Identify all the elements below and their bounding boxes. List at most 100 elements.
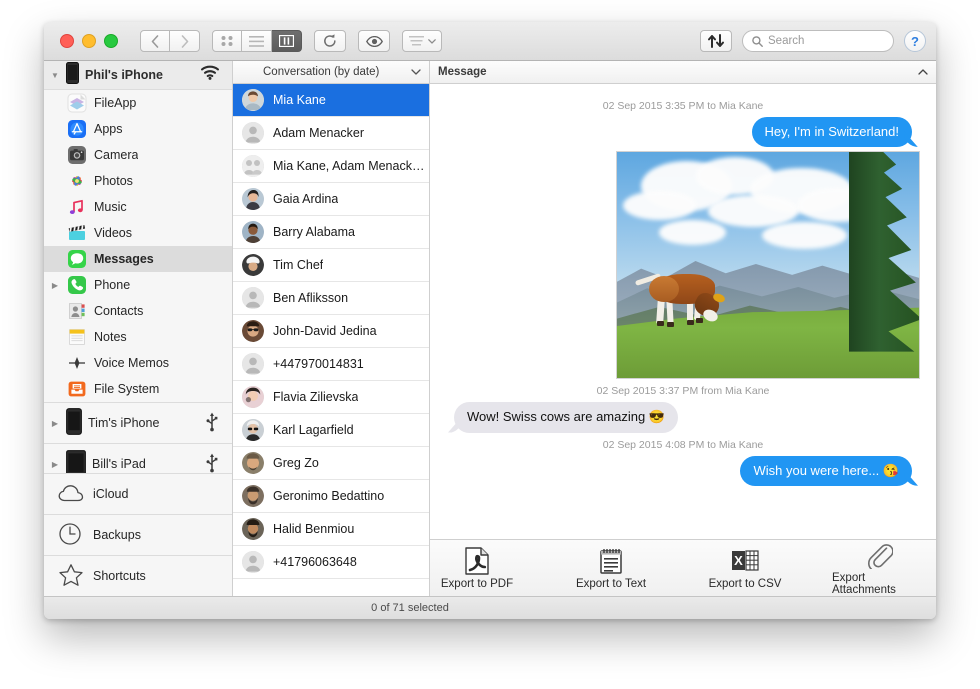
sidebar-item-file-system[interactable]: File System — [44, 376, 232, 402]
sidebar-device-tims-iphone[interactable]: Tim's iPhone — [44, 402, 232, 443]
message-column: Message 02 Sep 2015 3:35 PM to Mia Kane … — [430, 61, 936, 596]
sidebar-item-fileapp[interactable]: FileApp — [44, 90, 232, 116]
view-mode-buttons — [212, 30, 302, 52]
sidebar-item-backups[interactable]: Backups — [44, 514, 232, 555]
forward-button[interactable] — [170, 30, 200, 52]
close-button[interactable] — [60, 34, 74, 48]
conversation-column: Conversation (by date) Mia Kane — [233, 61, 430, 596]
message-bubble-outgoing[interactable]: Hey, I'm in Switzerland! — [752, 117, 912, 147]
search-input[interactable]: Search — [742, 30, 894, 52]
sidebar-device-bills-ipad[interactable]: Bill's iPad — [44, 443, 232, 473]
preview-eye-button[interactable] — [358, 30, 390, 52]
conversation-row-halid-benmiou[interactable]: Halid Benmiou — [233, 513, 429, 546]
export-attachments-button[interactable]: Export Attachments — [832, 540, 926, 596]
icon-view-button[interactable] — [212, 30, 242, 52]
back-button[interactable] — [140, 30, 170, 52]
sidebar-bottom-label: iCloud — [93, 487, 128, 501]
conversation-row-phone-447970014831[interactable]: +447970014831 — [233, 348, 429, 381]
conversation-row-mia-kane[interactable]: Mia Kane — [233, 84, 429, 117]
message-column-header[interactable]: Message — [430, 61, 936, 84]
message-timestamp: 02 Sep 2015 4:08 PM to Mia Kane — [446, 439, 920, 451]
avatar — [242, 89, 264, 111]
avatar — [242, 452, 264, 474]
camera-icon — [67, 145, 87, 165]
csv-icon: X — [731, 546, 759, 576]
sidebar-item-phone[interactable]: Phone — [44, 272, 232, 298]
export-to-text-button[interactable]: Export to Text — [564, 546, 658, 590]
disclosure-triangle-icon[interactable] — [50, 71, 60, 80]
sidebar-item-videos[interactable]: Videos — [44, 220, 232, 246]
conversation-row-barry-alabama[interactable]: Barry Alabama — [233, 216, 429, 249]
conversation-name: Adam Menacker — [273, 126, 364, 140]
transfer-button[interactable] — [700, 30, 732, 52]
arrange-dropdown-button[interactable] — [402, 30, 442, 52]
sidebar-item-music[interactable]: Music — [44, 194, 232, 220]
avatar — [242, 188, 264, 210]
conversation-column-header[interactable]: Conversation (by date) — [233, 61, 429, 84]
conversation-row-john-david-jedina[interactable]: John-David Jedina — [233, 315, 429, 348]
column-view-button[interactable] — [272, 30, 302, 52]
avatar — [242, 518, 264, 540]
list-view-button[interactable] — [242, 30, 272, 52]
conversation-row-ben-afliksson[interactable]: Ben Afliksson — [233, 282, 429, 315]
message-bubble-outgoing[interactable]: Wish you were here... 😘 — [740, 456, 912, 486]
sidebar-item-voice-memos[interactable]: Voice Memos — [44, 350, 232, 376]
cow-hoof — [667, 322, 674, 327]
export-to-csv-button[interactable]: X Export to CSV — [698, 546, 792, 590]
sidebar-item-camera[interactable]: Camera — [44, 142, 232, 168]
sidebar-device-header[interactable]: Phil's iPhone — [44, 61, 232, 90]
disclosure-triangle-icon[interactable] — [50, 460, 60, 469]
avatar — [242, 485, 264, 507]
sidebar-bottom-label: Backups — [93, 528, 141, 542]
sidebar-item-icloud[interactable]: iCloud — [44, 473, 232, 514]
conversation-row-greg-zo[interactable]: Greg Zo — [233, 447, 429, 480]
conversation-row-phone-41796063648[interactable]: +41796063648 — [233, 546, 429, 579]
export-button-label: Export to CSV — [709, 578, 782, 590]
cow-hoof — [687, 320, 694, 325]
chevron-down-icon[interactable] — [411, 67, 421, 77]
sidebar-item-photos[interactable]: Photos — [44, 168, 232, 194]
photo-attachment[interactable] — [616, 151, 920, 379]
usb-icon — [206, 453, 218, 474]
minimize-button[interactable] — [82, 34, 96, 48]
chevron-up-icon[interactable] — [918, 67, 928, 77]
sidebar-item-shortcuts[interactable]: Shortcuts — [44, 555, 232, 596]
sidebar-item-notes[interactable]: Notes — [44, 324, 232, 350]
disclosure-triangle-icon[interactable] — [50, 281, 60, 290]
sidebar-item-apps[interactable]: Apps — [44, 116, 232, 142]
zoom-button[interactable] — [104, 34, 118, 48]
conversation-name: John-David Jedina — [273, 324, 377, 338]
conversation-row-flavia-zilievska[interactable]: Flavia Zilievska — [233, 381, 429, 414]
conversation-row-adam-menacker[interactable]: Adam Menacker — [233, 117, 429, 150]
conversation-row-tim-chef[interactable]: Tim Chef — [233, 249, 429, 282]
usb-icon — [206, 412, 218, 435]
sidebar-item-contacts[interactable]: Contacts — [44, 298, 232, 324]
cloud-shape — [708, 195, 799, 227]
export-to-pdf-button[interactable]: Export to PDF — [430, 546, 524, 590]
message-bubble-incoming[interactable]: Wow! Swiss cows are amazing 😎 — [454, 402, 678, 432]
conversation-row-gaia-ardina[interactable]: Gaia Ardina — [233, 183, 429, 216]
sidebar-item-messages[interactable]: Messages — [44, 246, 232, 272]
conversation-row-group[interactable]: Mia Kane, Adam Menack… — [233, 150, 429, 183]
disclosure-triangle-icon[interactable] — [50, 419, 60, 428]
window-titlebar: Search ? — [44, 22, 936, 61]
sidebar-item-label: Videos — [94, 226, 132, 240]
sidebar-item-label: Contacts — [94, 304, 143, 318]
sidebar-item-label: Music — [94, 200, 127, 214]
refresh-button[interactable] — [314, 30, 346, 52]
iphone-icon — [66, 408, 82, 438]
avatar — [242, 287, 264, 309]
conversation-row-karl-lagarfield[interactable]: Karl Lagarfield — [233, 414, 429, 447]
conversation-name: Greg Zo — [273, 456, 319, 470]
avatar — [242, 320, 264, 342]
file-system-icon — [67, 379, 87, 399]
cloud-shape — [623, 191, 695, 220]
help-button[interactable]: ? — [904, 30, 926, 52]
avatar — [242, 419, 264, 441]
conversation-row-geronimo-bedattino[interactable]: Geronimo Bedattino — [233, 480, 429, 513]
group-avatar — [242, 155, 264, 177]
sidebar-item-label: Camera — [94, 148, 138, 162]
star-icon — [58, 563, 84, 590]
notes-icon — [67, 327, 87, 347]
conversation-name: Barry Alabama — [273, 225, 355, 239]
